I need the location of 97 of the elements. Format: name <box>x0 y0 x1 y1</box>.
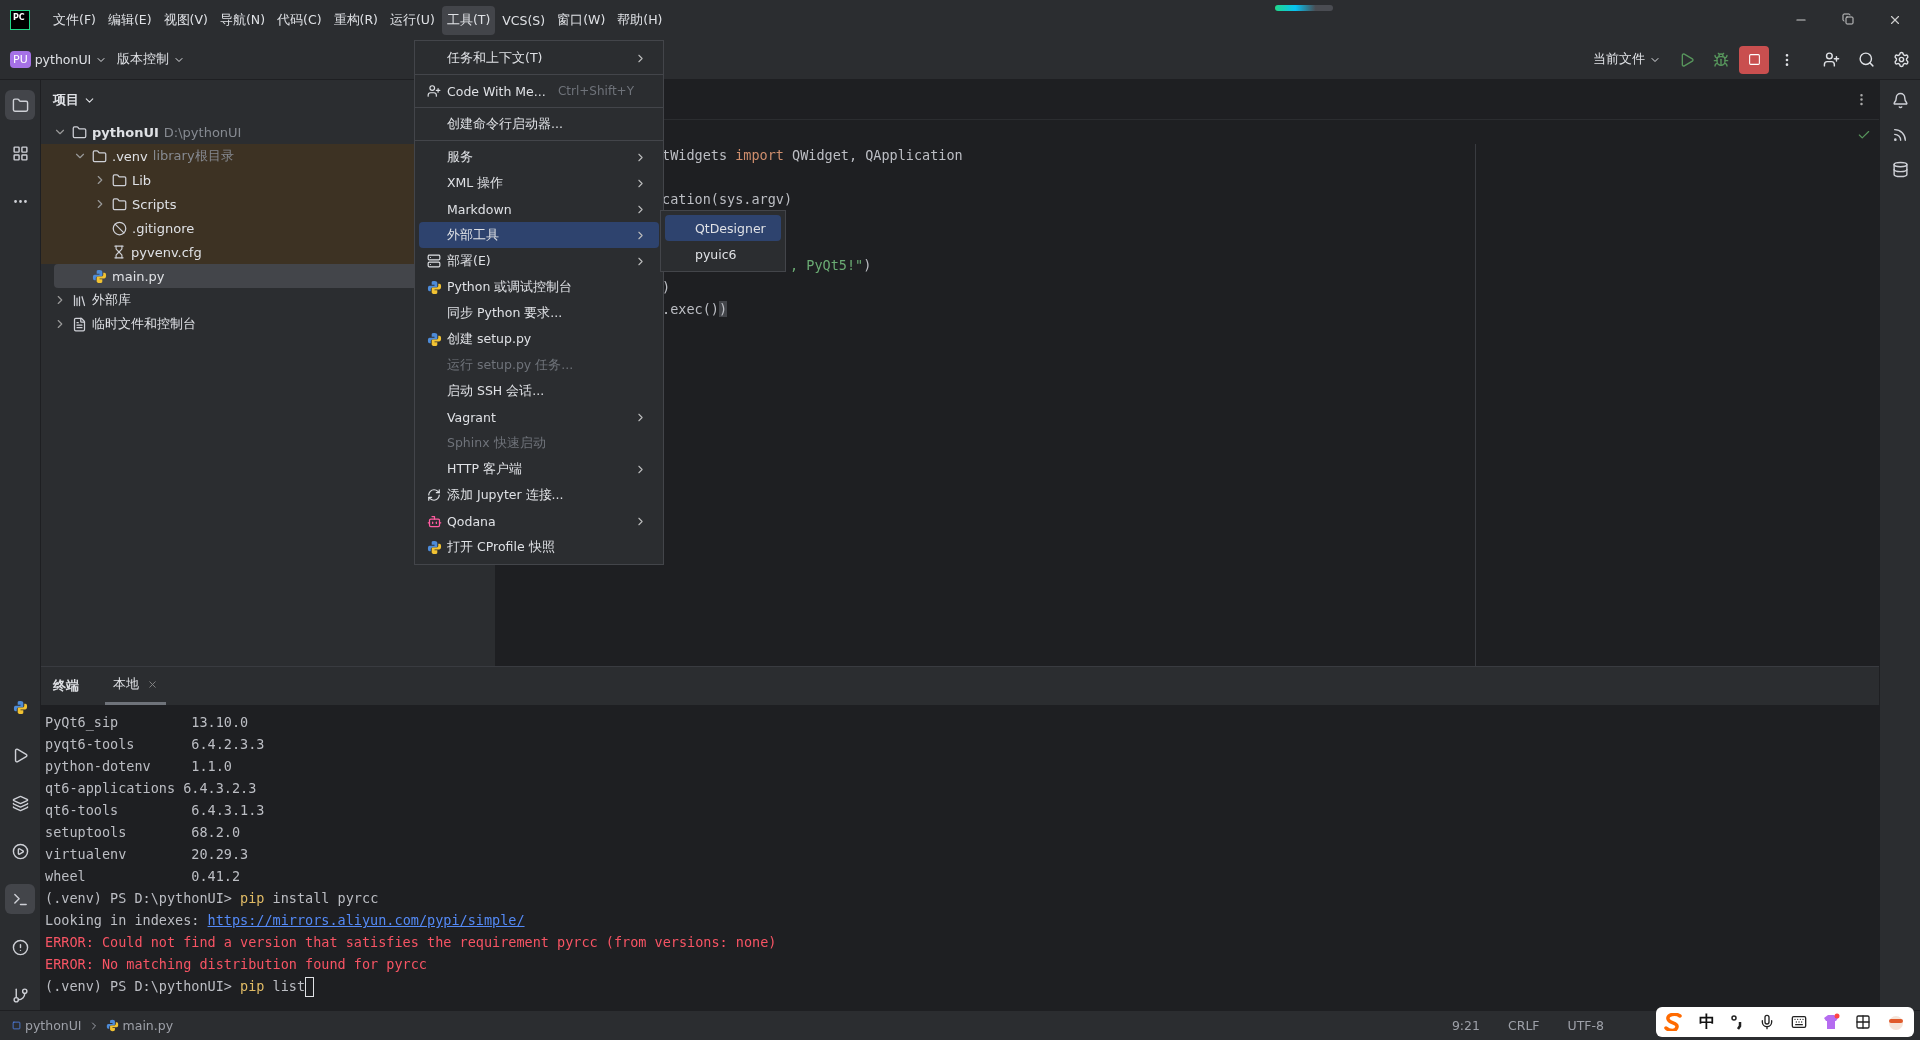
database-icon[interactable] <box>1891 161 1909 178</box>
python-icon <box>427 279 442 295</box>
check-icon <box>1857 128 1871 142</box>
close-icon[interactable] <box>147 679 158 690</box>
menu-item[interactable]: 运行(U) <box>384 5 440 35</box>
menu-item[interactable]: 创建命令行启动器... <box>419 111 659 137</box>
terminal-line: (.venv) PS D:\pythonUI> pip install pyrcc <box>45 890 379 906</box>
breadcrumb[interactable]: pythonUI <box>12 1018 82 1033</box>
terminal-tab[interactable]: 本地 <box>105 667 166 705</box>
menu-item[interactable]: 导航(N) <box>214 5 271 35</box>
notifications-icon[interactable] <box>1891 92 1909 109</box>
folder-icon <box>92 148 107 164</box>
project-badge: PU <box>10 51 31 68</box>
terminal-line: setuptools 68.2.0 <box>45 824 241 840</box>
apps-icon[interactable] <box>1855 1014 1872 1030</box>
terminal-line: ERROR: Could not find a version that satisfies the requirement pyrcc (from versions: none) <box>45 934 777 950</box>
folder-icon <box>112 196 127 212</box>
text-cursor <box>305 977 315 997</box>
ime-logo-icon <box>1663 1013 1684 1031</box>
project-selector[interactable]: PU pythonUI <box>10 51 108 68</box>
menu-item[interactable]: 重构(R) <box>328 5 383 35</box>
module-icon <box>12 1021 21 1030</box>
vcs-label: 版本控制 <box>117 51 170 68</box>
code-line: .exec()) <box>662 301 728 317</box>
menu-item[interactable]: 代码(C) <box>272 5 327 35</box>
stop-button[interactable] <box>1739 45 1769 74</box>
terminal-line: qt6-applications 6.4.3.2.3 <box>45 780 257 796</box>
close-icon[interactable] <box>1888 13 1902 27</box>
menu-item[interactable]: 文件(F) <box>48 5 101 35</box>
terminal-line: virtualenv 20.29.3 <box>45 846 249 862</box>
menu-item[interactable]: QtDesigner <box>665 215 781 241</box>
person-add-icon[interactable] <box>1823 51 1840 68</box>
terminal-line: Looking in indexes: https://mirrors.aliyun.com/pypi/simple/ <box>45 912 525 928</box>
restore-icon[interactable] <box>1842 13 1854 25</box>
menu-item[interactable]: 同步 Python 要求... <box>419 300 659 326</box>
menu-item[interactable]: 工具(T) <box>441 5 496 35</box>
run-icon[interactable] <box>1679 51 1695 68</box>
menu-item[interactable]: 编辑(E) <box>102 5 157 35</box>
code-line: cation(sys.argv) <box>662 191 793 207</box>
terminal-line: qt6-tools 6.4.3.1.3 <box>45 802 265 818</box>
blocked-file-icon <box>112 220 127 236</box>
terminal-line: pyqt6-tools 6.4.2.3.3 <box>45 736 265 752</box>
folder-icon <box>72 124 87 140</box>
settings-icon[interactable] <box>1893 51 1910 68</box>
menu-item[interactable]: 帮助(H) <box>612 5 668 35</box>
terminal-line: python-dotenv 1.1.0 <box>45 758 232 774</box>
terminal-line: PyQt6_sip 13.10.0 <box>45 714 249 730</box>
python-file-icon <box>105 1019 119 1032</box>
shortcut-label: Ctrl+Shift+Y <box>557 84 634 98</box>
breadcrumb[interactable]: main.py <box>105 1018 174 1033</box>
menu-item[interactable]: 创建 setup.py <box>419 326 659 352</box>
progress-indicator <box>1275 5 1333 11</box>
code-line: ) <box>662 279 671 295</box>
status-item[interactable]: 9:21 <box>1451 1018 1480 1033</box>
keyboard-icon[interactable] <box>1790 1014 1807 1030</box>
menu-item[interactable]: 视图(V) <box>158 5 213 35</box>
terminal-line: (.venv) PS D:\pythonUI> pip list <box>45 978 306 994</box>
folder-icon[interactable] <box>5 90 35 120</box>
code-line: , PyQt5!") <box>790 257 872 273</box>
app-logo: PC <box>10 10 30 30</box>
project-name: pythonUI <box>34 52 92 67</box>
run-config-label: 当前文件 <box>1593 51 1645 68</box>
terminal-icon[interactable] <box>5 884 35 914</box>
python-file-icon <box>92 268 107 284</box>
vcs-selector[interactable]: 版本控制 <box>117 51 186 68</box>
menu-item[interactable]: Vagrant <box>419 404 659 430</box>
menu-item[interactable]: 窗口(W) <box>552 5 611 35</box>
menu-item[interactable]: 打开 CProfile 快照 <box>419 534 659 560</box>
path-hint: library根目录 <box>152 147 234 165</box>
folder-icon <box>112 172 127 188</box>
person-add-icon <box>427 84 441 98</box>
terminal-line: wheel 0.41.2 <box>45 868 241 884</box>
panel-title[interactable]: 项目 <box>53 91 79 109</box>
status-item[interactable]: UTF-8 <box>1567 1018 1604 1033</box>
menu-item[interactable]: 外部工具 <box>419 222 659 248</box>
search-icon[interactable] <box>1858 51 1875 68</box>
panel-title: 终端 <box>53 677 79 695</box>
code-line: tWidgets import QWidget, QApplication <box>662 147 963 163</box>
debug-icon[interactable] <box>1713 51 1729 68</box>
run-config-selector[interactable]: 当前文件 <box>1593 51 1661 68</box>
menu-item[interactable]: 任务和上下文(T) <box>419 45 659 71</box>
ime-mode[interactable]: 中 <box>1698 1011 1715 1033</box>
path-hint: D:\pythonUI <box>163 124 242 140</box>
stop-icon <box>1747 53 1761 66</box>
library-icon <box>72 292 87 308</box>
menu-item[interactable]: pyuic6 <box>665 241 781 267</box>
server-icon <box>427 254 441 268</box>
menu-item[interactable]: Qodana <box>419 508 659 534</box>
terminal-line: ERROR: No matching distribution found for pyrcc <box>45 956 427 972</box>
menu-item[interactable]: 添加 Jupyter 连接... <box>419 482 659 508</box>
menu-item[interactable]: VCS(S) <box>497 6 551 34</box>
python-icon <box>427 331 442 347</box>
skin-icon[interactable] <box>1821 1013 1840 1031</box>
menu-item[interactable]: 启动 SSH 会话... <box>419 378 659 404</box>
menu-item[interactable]: Code With Me... Ctrl+Shift+Y <box>419 78 659 104</box>
status-item[interactable]: CRLF <box>1507 1018 1540 1033</box>
menu-item[interactable]: HTTP 客户端 <box>419 456 659 482</box>
